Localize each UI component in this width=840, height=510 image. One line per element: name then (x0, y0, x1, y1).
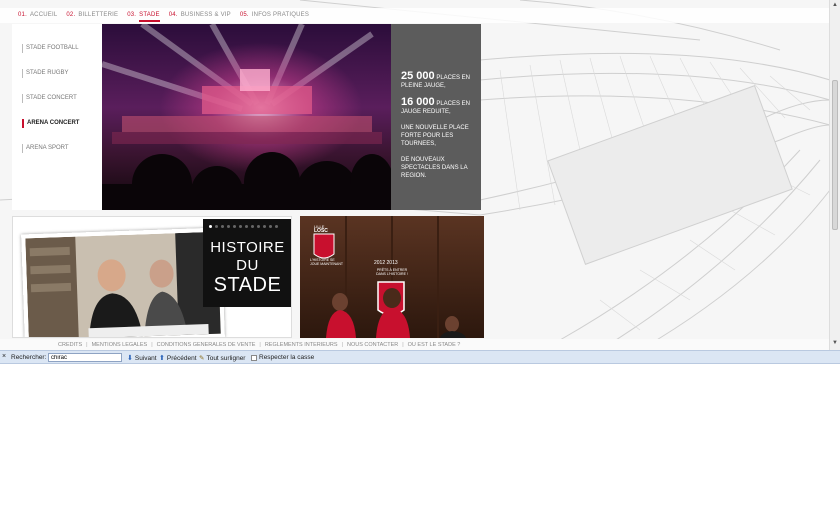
carousel-dot[interactable] (221, 225, 224, 228)
nav-number: 04. (168, 12, 178, 18)
carousel-dot[interactable] (215, 225, 218, 228)
carousel-dot[interactable] (251, 225, 254, 228)
history-photo (21, 227, 225, 337)
full-capacity-value: 25 000 (401, 70, 435, 82)
nav-label: ACCUEIL (29, 12, 58, 18)
footer-links: CREDITS | MENTIONS LEGALES | CONDITIONS GE… (58, 342, 460, 348)
carousel-dot[interactable] (233, 225, 236, 228)
tour-venue-text: UNE NOUVELLE PLACE FORTE POUR LES TOURNE… (401, 125, 469, 147)
new-shows-text: DE NOUVEAUX SPECTACLES DANS LA REGION. (401, 157, 468, 179)
capacity-info-box: 25 000 PLACES EN PLEINE JAUGE, 16 000 PL… (391, 24, 481, 210)
find-previous-label: Précédent (166, 354, 197, 362)
reduced-capacity-stat: 16 000 PLACES EN JAUGE REDUITE, (401, 96, 475, 116)
losc-slogan: PRÊTS À ENTRER DANS L'HISTOIRE ! (376, 268, 408, 276)
footer-link-mentions-legales[interactable]: MENTIONS LEGALES (92, 342, 148, 348)
find-next-label: Suivant (134, 354, 157, 362)
nav-item-business-vip[interactable]: 04. BUSINESS & VIP (169, 12, 231, 22)
footer: CREDITS | MENTIONS LEGALES | CONDITIONS GE… (0, 339, 829, 350)
side-item-stade-rugby[interactable]: STADE RUGBY (22, 69, 69, 78)
side-item-stade-concert[interactable]: STADE CONCERT (22, 94, 77, 103)
highlight-icon: ✎ (199, 355, 205, 362)
reduced-capacity-value: 16 000 (401, 96, 435, 108)
carousel-dot[interactable] (227, 225, 230, 228)
carousel-dot[interactable] (209, 225, 212, 228)
carousel-dot[interactable] (275, 225, 278, 228)
nav-item-accueil[interactable]: 01. ACCUEIL (18, 12, 57, 22)
carousel-dot[interactable] (263, 225, 266, 228)
nav-number: 05. (239, 12, 249, 18)
scrollbar-thumb[interactable] (832, 80, 838, 230)
nav-item-infos-pratiques[interactable]: 05. INFOS PRATIQUES (240, 12, 309, 22)
vertical-scrollbar[interactable]: ▲ ▼ (829, 0, 840, 350)
promo-area: HISTOIRE DU STADE LILLE LOSC L'HISTOIRE … (12, 216, 484, 338)
losc-season: 2012 2013 (374, 260, 398, 266)
close-icon[interactable]: × (2, 353, 6, 360)
find-input[interactable] (48, 353, 122, 362)
arena-concert-photo (102, 24, 391, 210)
footer-link-reglements[interactable]: REGLEMENTS INTERIEURS (265, 342, 338, 348)
carousel-dots (209, 225, 278, 228)
side-menu: STADE FOOTBALL STADE RUGBY STADE CONCERT… (12, 24, 102, 210)
page-viewport: 01. ACCUEIL 02. BILLETTERIE 03. STADE 04… (0, 0, 840, 350)
footer-separator: | (151, 342, 153, 348)
history-card[interactable]: HISTOIRE DU STADE (12, 216, 292, 338)
find-label: Rechercher: (11, 354, 47, 361)
top-navigation: 01. ACCUEIL 02. BILLETTERIE 03. STADE 04… (0, 8, 830, 23)
footer-link-cgv[interactable]: CONDITIONS GENERALES DE VENTE (157, 342, 256, 348)
nav-item-stade[interactable]: 03. STADE (127, 12, 160, 22)
side-item-stade-football[interactable]: STADE FOOTBALL (22, 44, 79, 53)
side-item-arena-sport[interactable]: ARENA SPORT (22, 144, 69, 153)
footer-link-location[interactable]: OU EST LE STADE ? (408, 342, 461, 348)
losc-tagline: L'HISTOIRE SE JOUE MAINTENANT (310, 258, 344, 266)
arrow-up-icon: ⬆ (159, 355, 165, 362)
nav-number: 01. (18, 12, 27, 18)
checkbox-icon (251, 354, 257, 361)
losc-promo-card[interactable]: LILLE LOSC L'HISTOIRE SE JOUE MAINTENANT… (300, 216, 484, 338)
history-title-block[interactable]: HISTOIRE DU STADE (203, 219, 291, 307)
history-title-line3: STADE (213, 274, 282, 296)
nav-list: 01. ACCUEIL 02. BILLETTERIE 03. STADE 04… (18, 12, 309, 22)
carousel-dot[interactable] (239, 225, 242, 228)
carousel-dot[interactable] (257, 225, 260, 228)
footer-separator: | (259, 342, 261, 348)
carousel-dot[interactable] (245, 225, 248, 228)
footer-separator: | (86, 342, 88, 348)
arrow-down-icon: ⬇ (127, 355, 133, 362)
scroll-down-icon[interactable]: ▼ (832, 340, 838, 346)
full-capacity-stat: 25 000 PLACES EN PLEINE JAUGE, (401, 70, 475, 90)
match-case-label: Respecter la casse (259, 354, 315, 361)
footer-separator: | (402, 342, 404, 348)
find-previous-button[interactable]: ⬆ Précédent (159, 354, 197, 363)
footer-link-contact[interactable]: NOUS CONTACTER (347, 342, 398, 348)
nav-number: 03. (127, 12, 137, 18)
nav-number: 02. (66, 12, 76, 18)
nav-label: BILLETTERIE (78, 12, 119, 18)
losc-name: LOSC (314, 228, 328, 234)
carousel-dot[interactable] (269, 225, 272, 228)
arena-concert-panel: STADE FOOTBALL STADE RUGBY STADE CONCERT… (12, 24, 481, 210)
nav-label: STADE (139, 12, 160, 22)
nav-item-billetterie[interactable]: 02. BILLETTERIE (66, 12, 118, 22)
match-case-checkbox[interactable]: Respecter la casse (251, 354, 314, 361)
nav-label: INFOS PRATIQUES (251, 12, 310, 18)
history-title-line1: HISTOIRE (210, 239, 285, 256)
nav-label: BUSINESS & VIP (180, 12, 231, 18)
find-next-button[interactable]: ⬇ Suivant (127, 354, 157, 363)
highlight-all-button[interactable]: ✎ Tout surligner (199, 354, 246, 363)
find-bar: × Rechercher: ⬇ Suivant ⬆ Précédent ✎ To… (0, 350, 840, 364)
history-title-line2: DU (236, 257, 259, 274)
scroll-up-icon[interactable]: ▲ (832, 2, 838, 8)
footer-link-credits[interactable]: CREDITS (58, 342, 82, 348)
footer-separator: | (341, 342, 343, 348)
side-item-arena-concert[interactable]: ARENA CONCERT (22, 119, 79, 128)
highlight-all-label: Tout surligner (206, 354, 246, 362)
